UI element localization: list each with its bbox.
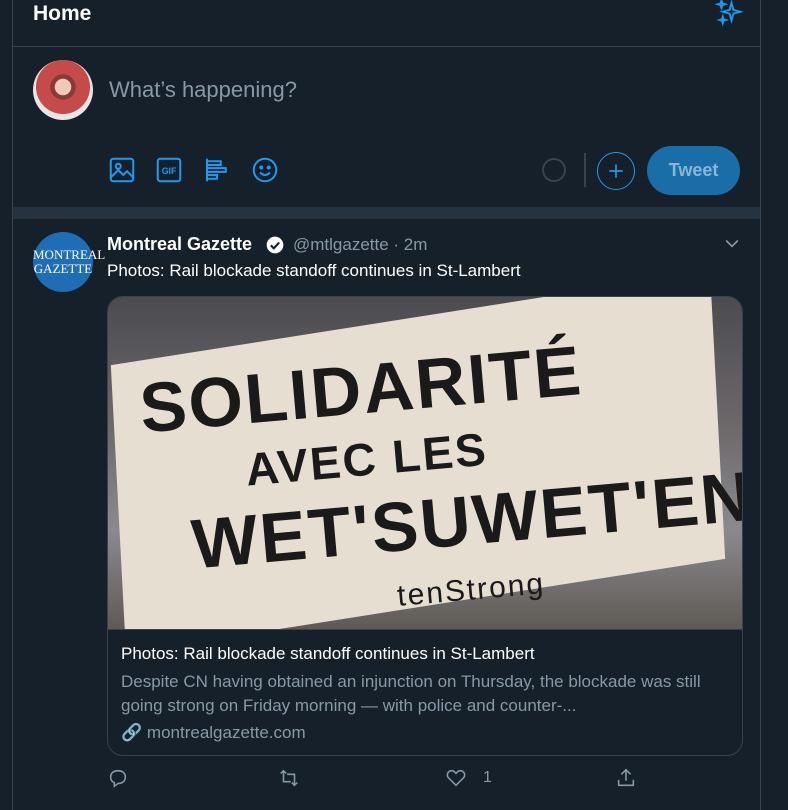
tweet-item[interactable]: MONTREAL GAZETTE Montreal Gazette @mtlga… <box>13 219 760 810</box>
like-button[interactable]: 1 <box>445 766 492 790</box>
like-count: 1 <box>483 769 492 786</box>
tweet-composer: What’s happening? GIF Tweet <box>13 47 760 207</box>
emoji-icon[interactable] <box>250 155 280 185</box>
plus-icon <box>609 164 623 178</box>
reply-button[interactable] <box>107 766 129 790</box>
heart-icon <box>446 769 466 787</box>
reply-icon <box>109 769 127 788</box>
card-title: Photos: Rail blockade standoff continues… <box>121 644 535 663</box>
card-description: Despite CN having obtained an injunction… <box>121 672 701 715</box>
compose-input[interactable]: What’s happening? <box>109 77 297 103</box>
home-header: Home <box>13 0 760 47</box>
verified-badge-icon <box>265 235 285 255</box>
link-icon: 🔗 <box>121 723 143 742</box>
retweet-button[interactable] <box>277 766 301 790</box>
card-link[interactable]: 🔗 montrealgazette.com <box>121 723 306 743</box>
character-count-ring <box>542 158 566 182</box>
add-tweet-button[interactable] <box>597 152 635 190</box>
card-image[interactable]: SOLIDARITÉ AVEC LES WET'SUWET'EN tenStro… <box>108 297 742 629</box>
link-card[interactable]: SOLIDARITÉ AVEC LES WET'SUWET'EN tenStro… <box>107 296 743 756</box>
banner-text: SOLIDARITÉ AVEC LES WET'SUWET'EN tenStro… <box>136 331 742 613</box>
svg-text:GIF: GIF <box>162 166 177 176</box>
image-icon[interactable] <box>107 155 137 185</box>
poll-icon[interactable] <box>202 155 232 185</box>
card-body[interactable]: Photos: Rail blockade standoff continues… <box>108 629 742 755</box>
sparkle-icon[interactable] <box>714 0 744 28</box>
page-title: Home <box>33 2 92 25</box>
avatar[interactable] <box>33 60 93 120</box>
tweet-text: Photos: Rail blockade standoff continues… <box>107 261 521 280</box>
tweet-author-avatar[interactable]: MONTREAL GAZETTE <box>33 232 105 292</box>
chevron-down-icon[interactable] <box>722 233 742 253</box>
gif-icon[interactable]: GIF <box>154 155 184 185</box>
timeline-column: Home What’s happening? GIF Tweet MONTREA… <box>12 0 761 810</box>
retweet-icon <box>280 769 298 787</box>
tweet-button[interactable]: Tweet <box>647 146 740 195</box>
tweet-handle-time[interactable]: @mtlgazette · 2m <box>293 235 427 255</box>
share-icon <box>617 768 635 787</box>
share-button[interactable] <box>615 766 637 790</box>
tweet-author-name[interactable]: Montreal Gazette <box>107 234 252 255</box>
section-divider <box>13 207 760 219</box>
divider <box>584 153 586 187</box>
